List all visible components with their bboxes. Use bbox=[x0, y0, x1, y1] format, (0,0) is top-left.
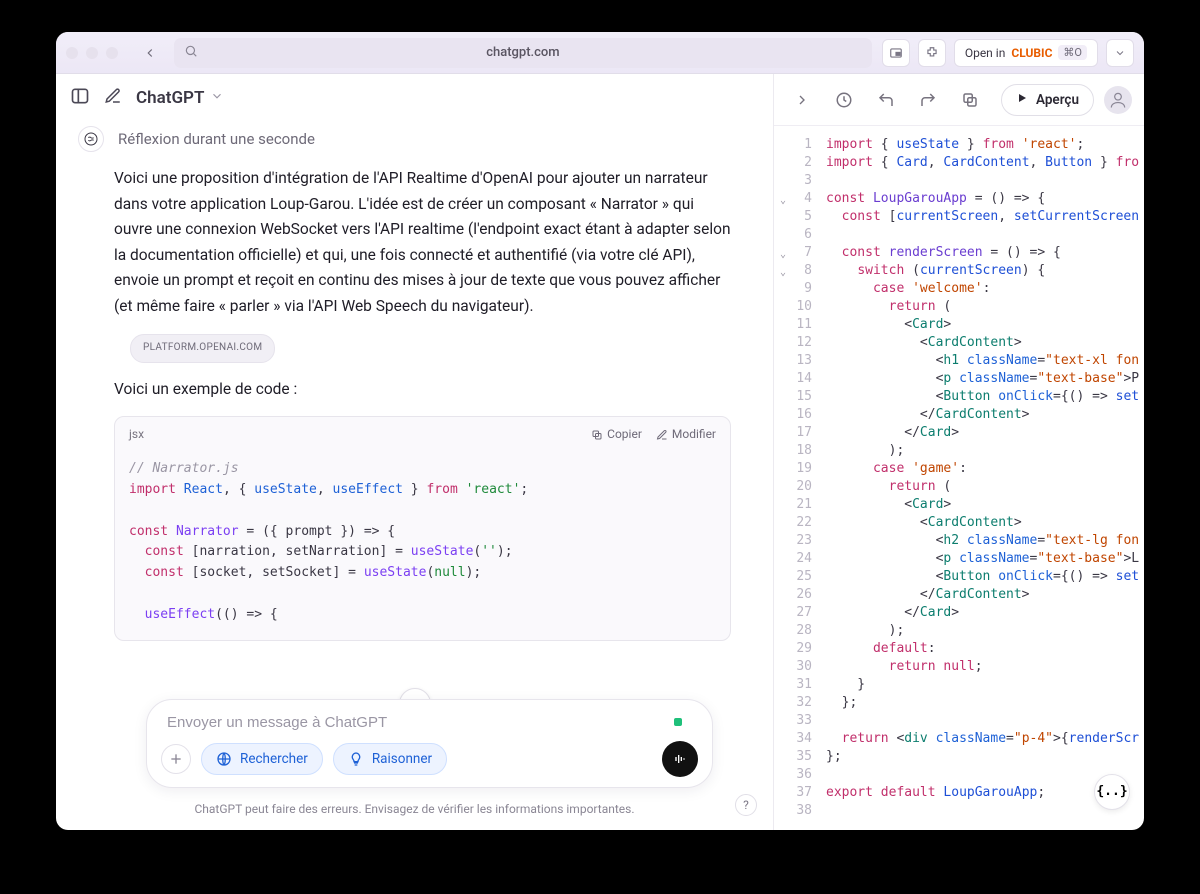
minimize-window-dot[interactable] bbox=[86, 47, 98, 59]
app-window: chatgpt.com Open in CLUBIC ⌘O bbox=[56, 32, 1144, 830]
search-icon bbox=[184, 44, 198, 62]
history-icon[interactable] bbox=[828, 84, 860, 116]
code-block-header: jsx Copier Modifier bbox=[115, 417, 730, 453]
play-icon bbox=[1016, 92, 1028, 108]
chat-header: ChatGPT bbox=[56, 74, 773, 122]
canvas-header: Aperçu bbox=[774, 74, 1144, 126]
code-editor[interactable]: 1234⌄567⌄8⌄91011121314151617181920212223… bbox=[774, 126, 1144, 830]
collapse-icon[interactable] bbox=[786, 84, 818, 116]
assistant-message: Réflexion durant une seconde Voici une p… bbox=[114, 126, 731, 641]
disclaimer-text: ChatGPT peut faire des erreurs. Envisage… bbox=[56, 802, 773, 816]
search-chip-label: Rechercher bbox=[240, 751, 308, 767]
bulb-icon bbox=[348, 751, 364, 767]
source-pill[interactable]: PLATFORM.OPENAI.COM bbox=[130, 334, 275, 363]
new-chat-icon[interactable] bbox=[104, 87, 122, 109]
code-body[interactable]: // Narrator.js import React, { useState,… bbox=[115, 453, 730, 639]
edit-button[interactable]: Modifier bbox=[656, 425, 716, 445]
help-button[interactable]: ? bbox=[735, 794, 757, 816]
copy-button[interactable]: Copier bbox=[591, 425, 642, 445]
attach-button[interactable] bbox=[161, 744, 191, 774]
titlebar-right: Open in CLUBIC ⌘O bbox=[882, 39, 1134, 67]
thinking-text: Réflexion durant une seconde bbox=[118, 130, 315, 148]
chevron-down-icon bbox=[210, 88, 224, 108]
preview-button[interactable]: Aperçu bbox=[1001, 84, 1094, 116]
open-in-button[interactable]: Open in CLUBIC ⌘O bbox=[954, 39, 1098, 67]
user-avatar[interactable] bbox=[1104, 86, 1132, 114]
redo-icon[interactable] bbox=[912, 84, 944, 116]
titlebar: chatgpt.com Open in CLUBIC ⌘O bbox=[56, 32, 1144, 74]
assistant-avatar-icon bbox=[78, 126, 104, 152]
chat-pane: ChatGPT Réflexion durant une seconde bbox=[56, 74, 774, 830]
maximize-window-dot[interactable] bbox=[106, 47, 118, 59]
app-name: ChatGPT bbox=[136, 88, 204, 108]
preview-label: Aperçu bbox=[1036, 92, 1079, 108]
content-split: ChatGPT Réflexion durant une seconde bbox=[56, 74, 1144, 830]
open-in-prefix: Open in bbox=[965, 46, 1006, 60]
message-input[interactable] bbox=[161, 712, 698, 741]
globe-icon bbox=[216, 751, 232, 767]
code-intro: Voici un exemple de code : bbox=[114, 377, 731, 403]
composer: Rechercher Raisonner bbox=[146, 699, 713, 788]
pip-icon[interactable] bbox=[882, 39, 910, 67]
open-in-dropdown[interactable] bbox=[1106, 39, 1134, 67]
search-chip[interactable]: Rechercher bbox=[201, 743, 323, 775]
body-paragraph: Voici une proposition d'intégration de l… bbox=[114, 166, 731, 319]
voice-send-button[interactable] bbox=[662, 741, 698, 777]
window-controls bbox=[66, 47, 118, 59]
code-lang: jsx bbox=[129, 425, 144, 445]
back-button[interactable] bbox=[136, 39, 164, 67]
open-in-brand: CLUBIC bbox=[1011, 46, 1052, 60]
console-fab[interactable]: {..} bbox=[1094, 774, 1130, 810]
code-content[interactable]: import { useState } from 'react';import … bbox=[820, 126, 1144, 830]
line-gutter: 1234⌄567⌄8⌄91011121314151617181920212223… bbox=[774, 126, 820, 830]
copy-icon[interactable] bbox=[954, 84, 986, 116]
url-text: chatgpt.com bbox=[486, 45, 559, 60]
close-window-dot[interactable] bbox=[66, 47, 78, 59]
status-indicator bbox=[674, 718, 682, 726]
code-block: jsx Copier Modifier bbox=[114, 416, 731, 640]
undo-icon[interactable] bbox=[870, 84, 902, 116]
extensions-icon[interactable] bbox=[918, 39, 946, 67]
open-in-shortcut: ⌘O bbox=[1058, 45, 1087, 60]
model-switcher[interactable]: ChatGPT bbox=[136, 88, 224, 108]
canvas-pane: Aperçu 1234⌄567⌄8⌄9101112131415161718192… bbox=[774, 74, 1144, 830]
message-body: Voici une proposition d'intégration de l… bbox=[114, 166, 731, 641]
reason-chip[interactable]: Raisonner bbox=[333, 743, 447, 775]
sidebar-toggle-icon[interactable] bbox=[70, 86, 90, 110]
address-bar[interactable]: chatgpt.com bbox=[174, 38, 872, 68]
reason-chip-label: Raisonner bbox=[372, 751, 432, 767]
